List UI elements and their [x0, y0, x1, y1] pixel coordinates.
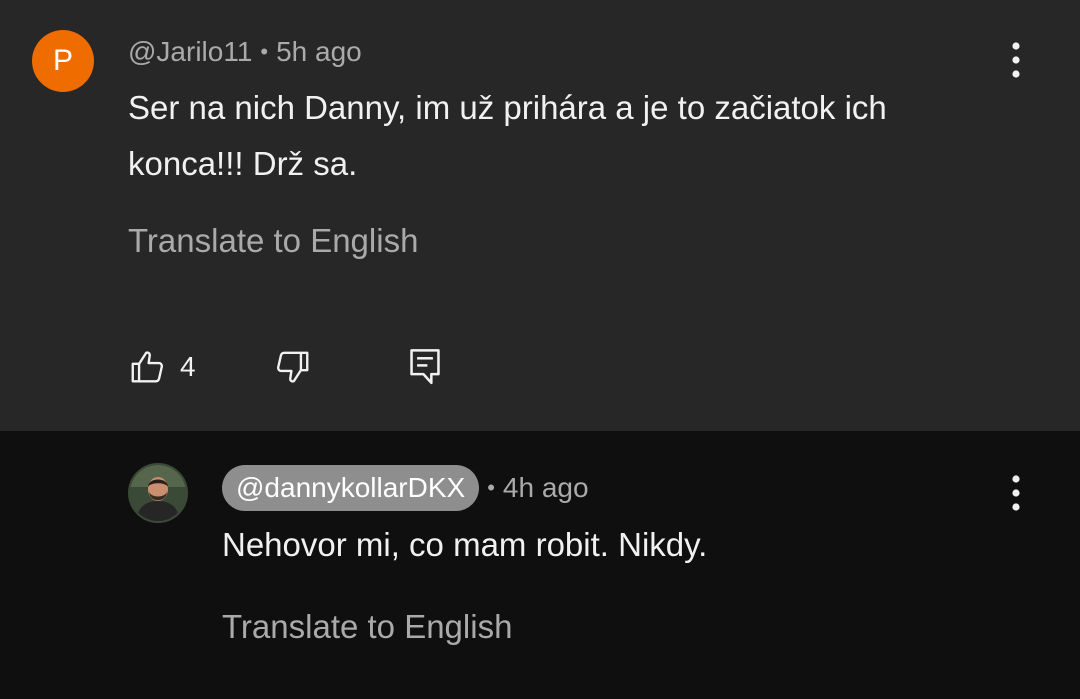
like-button[interactable]: 4 [128, 348, 196, 386]
user-photo-icon [130, 465, 186, 521]
reply-menu-button[interactable] [998, 471, 1034, 515]
meta-separator: • [260, 39, 269, 64]
meta-separator: • [487, 475, 495, 500]
channel-owner-chip[interactable]: @dannykollarDKX [222, 465, 480, 511]
reply-time[interactable]: 4h ago [503, 472, 589, 504]
reply-text: Nehovor mi, co mam robit. Nikdy. [222, 526, 708, 563]
avatar-letter: P [52, 44, 73, 77]
like-count: 4 [180, 351, 196, 382]
reply-header: @dannykollarDKX • 4h ago [222, 465, 589, 511]
comment-author[interactable]: @Jarilo11 [128, 36, 252, 68]
thumb-down-icon [276, 351, 309, 383]
comment-header: @Jarilo11 • 5h ago [128, 32, 362, 72]
translate-button[interactable]: Translate to English [128, 222, 418, 260]
thumb-up-icon [131, 351, 164, 383]
more-vert-icon [1012, 42, 1020, 78]
comment-text: Ser na nich Danny, im už prihára a je to… [128, 89, 887, 182]
reply-button[interactable] [406, 346, 444, 388]
translate-button[interactable]: Translate to English [222, 608, 512, 646]
avatar[interactable] [128, 463, 188, 523]
more-vert-icon [1012, 475, 1020, 511]
reply-icon [410, 349, 440, 385]
comment-time[interactable]: 5h ago [276, 36, 362, 68]
avatar[interactable]: P [32, 30, 94, 92]
comment-menu-button[interactable] [998, 38, 1034, 82]
dislike-button[interactable] [274, 348, 312, 386]
